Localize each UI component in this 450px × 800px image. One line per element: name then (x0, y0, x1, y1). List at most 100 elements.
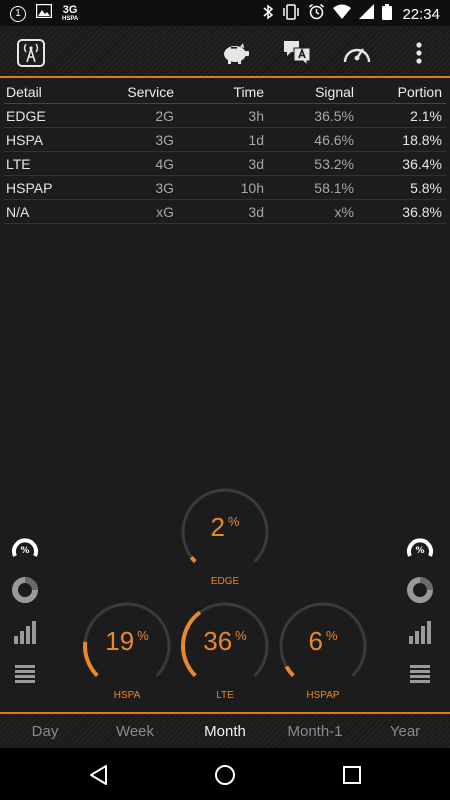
cell-signal: 58.1% (314, 179, 354, 196)
header-time: Time (233, 83, 264, 100)
app-toolbar (0, 26, 450, 78)
home-icon[interactable] (212, 762, 238, 788)
cell-portion: 36.8% (402, 203, 442, 220)
cell-signal: 36.5% (314, 107, 354, 124)
vibrate-icon (282, 3, 300, 25)
cell-time: 10h (240, 179, 264, 196)
gauge-value-wrap: 6% (277, 626, 369, 657)
cell-portion: 36.4% (402, 155, 442, 172)
cell-service: 3G (155, 179, 174, 196)
system-nav-bar (0, 748, 450, 800)
image-icon (35, 3, 53, 23)
gauge-fill (284, 665, 295, 678)
table-header-row: Detail Service Time Signal Portion (4, 80, 446, 104)
donut-chart-icon[interactable] (10, 575, 40, 605)
right-view-switcher: % (405, 533, 435, 701)
cell-signal: 46.6% (314, 131, 354, 148)
header-portion: Portion (397, 83, 442, 100)
cell-portion: 2.1% (410, 107, 442, 124)
gauge-edge[interactable]: 2% EDGE (179, 486, 271, 587)
status-time: 22:34 (402, 5, 440, 23)
gauge-hspap[interactable]: 6% HSPAP (277, 600, 369, 701)
gauge-label: EDGE (210, 576, 240, 587)
cell-service: 3G (155, 131, 174, 148)
period-tabs: Day Week Month Month-1 Year (0, 712, 450, 748)
wifi-icon (333, 4, 352, 24)
table-row: HSPAP 3G 10h 58.1% 5.8% (4, 176, 446, 200)
table-row: EDGE 2G 3h 36.5% 2.1% (4, 104, 446, 128)
percent-gauge-symbol: % (415, 546, 424, 556)
percent-gauge-icon[interactable]: % (10, 533, 40, 563)
cell-detail: LTE (6, 155, 31, 172)
left-view-switcher: % (10, 533, 40, 701)
header-detail: Detail (6, 83, 42, 100)
cell-service: 4G (155, 155, 174, 172)
gauge-value-wrap: 2% (179, 512, 271, 543)
cell-time: 1d (248, 131, 264, 148)
gauge-fill (189, 555, 197, 564)
status-bar: 1 3G HSPA 22:34 (0, 0, 450, 26)
cell-portion: 18.8% (402, 131, 442, 148)
cell-time: 3d (248, 155, 264, 172)
gauge-value: 19 (105, 626, 135, 656)
tab-month[interactable]: Month (180, 714, 270, 748)
battery-icon (382, 3, 393, 25)
speedometer-icon[interactable] (342, 38, 372, 68)
list-view-icon[interactable] (10, 659, 40, 689)
cell-portion: 5.8% (410, 179, 442, 196)
cell-service: 2G (155, 107, 174, 124)
cell-time: 3d (248, 203, 264, 220)
cell-service: xG (156, 203, 174, 220)
gauge-percent-sign: % (235, 628, 247, 643)
back-icon[interactable] (86, 762, 112, 788)
gauge-lte[interactable]: 36% LTE (179, 600, 271, 701)
gauge-value-wrap: 36% (179, 626, 271, 657)
cell-detail: EDGE (6, 107, 46, 124)
gauge-value: 2 (210, 512, 225, 542)
gauge-label: HSPA (113, 690, 141, 701)
translate-icon[interactable] (282, 38, 312, 68)
more-vert-icon[interactable] (404, 38, 434, 68)
network-type-indicator: 3G HSPA (62, 4, 79, 23)
table-row: LTE 4G 3d 53.2% 36.4% (4, 152, 446, 176)
cell-detail: N/A (6, 203, 30, 220)
header-service: Service (127, 83, 174, 100)
percent-gauge-symbol: % (20, 546, 29, 556)
cell-signal: x% (334, 203, 354, 220)
table-row: N/A xG 3d x% 36.8% (4, 200, 446, 224)
network-stats-table: Detail Service Time Signal Portion EDGE … (4, 80, 446, 224)
cell-signal: 53.2% (314, 155, 354, 172)
tab-year[interactable]: Year (360, 714, 450, 748)
signal-tower-icon[interactable] (16, 38, 46, 68)
tab-month-minus-1[interactable]: Month-1 (270, 714, 360, 748)
signal-bars-icon[interactable] (405, 617, 435, 647)
piggy-bank-icon[interactable] (220, 38, 250, 68)
donut-chart-icon[interactable] (405, 575, 435, 605)
tab-week[interactable]: Week (90, 714, 180, 748)
cell-signal-icon (359, 4, 375, 24)
gauge-hspa[interactable]: 19% HSPA (81, 600, 173, 701)
header-signal: Signal (315, 83, 354, 100)
network-gen: 3G (62, 4, 78, 16)
recents-icon[interactable] (339, 762, 365, 788)
cell-detail: HSPAP (6, 179, 53, 196)
notification-count: 1 (15, 8, 21, 19)
alarm-icon (308, 3, 325, 25)
app-screen: 1 3G HSPA 22:34 Detail Service Time Sign… (0, 0, 450, 800)
table-row: HSPA 3G 1d 46.6% 18.8% (4, 128, 446, 152)
gauge-label: HSPAP (306, 690, 340, 701)
gauge-value-wrap: 19% (81, 626, 173, 657)
tab-day[interactable]: Day (0, 714, 90, 748)
gauge-percent-sign: % (137, 628, 149, 643)
notification-count-icon: 1 (10, 5, 26, 22)
gauge-value: 36 (203, 626, 233, 656)
cell-detail: HSPA (6, 131, 44, 148)
list-view-icon[interactable] (405, 659, 435, 689)
gauge-percent-sign: % (227, 514, 240, 529)
gauge-label: LTE (216, 690, 234, 701)
signal-bars-icon[interactable] (10, 617, 40, 647)
cell-time: 3h (248, 107, 264, 124)
percent-gauge-icon[interactable]: % (405, 533, 435, 563)
gauge-percent-sign: % (325, 628, 338, 643)
network-sub: HSPA (62, 16, 79, 22)
